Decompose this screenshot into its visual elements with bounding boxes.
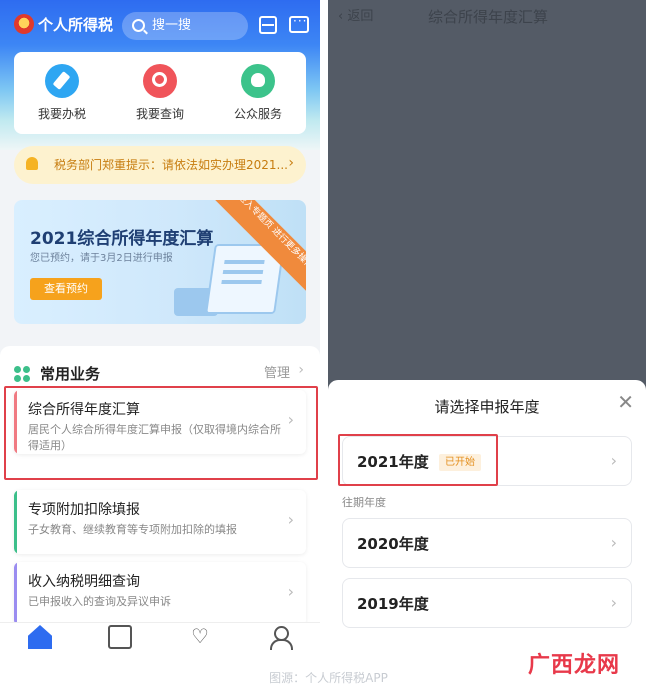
person-icon[interactable] <box>268 625 293 650</box>
notice-bar[interactable]: 税务部门郑重提示：请依法如实办理2021... › <box>14 146 306 184</box>
chevron-right-icon: › <box>288 155 294 171</box>
heart-icon[interactable]: ♡ <box>188 625 212 649</box>
year-label: 2019年度 <box>357 595 429 613</box>
year-option-2019[interactable]: 2019年度 › <box>342 578 632 628</box>
highlight-annotation <box>4 386 318 480</box>
chevron-right-icon: › <box>610 593 617 612</box>
year-select-sheet: 请选择申报年度 ✕ 2021年度 已开始 › 往期年度 2020年度 › 201… <box>328 380 646 650</box>
year-option-2020[interactable]: 2020年度 › <box>342 518 632 568</box>
service-title: 收入纳税明细查询 <box>28 574 140 590</box>
home-icon[interactable] <box>28 625 52 649</box>
highlight-annotation <box>338 434 498 486</box>
quick-action-label: 我要办税 <box>37 107 86 121</box>
search-icon <box>132 19 145 32</box>
search-placeholder: 搜一搜 <box>152 18 192 33</box>
right-screen: ‹ 返回 综合所得年度汇算 请选择申报年度 ✕ 2021年度 已开始 › 往期年… <box>328 0 646 650</box>
manage-link[interactable]: 管理 <box>264 364 290 384</box>
close-icon[interactable]: ✕ <box>617 392 634 412</box>
past-years-label: 往期年度 <box>342 496 386 509</box>
accent-bar <box>14 562 17 626</box>
service-desc: 子女教育、继续教育等专项附加扣除的填报 <box>28 523 237 536</box>
page-title: 综合所得年度汇算 <box>428 8 549 26</box>
app-title: 个人所得税 <box>38 16 114 34</box>
accent-bar <box>14 490 17 554</box>
section-title: 常用业务 <box>40 365 101 383</box>
tax-emblem-icon <box>14 14 34 34</box>
quick-action-label: 我要查询 <box>135 107 184 121</box>
chevron-right-icon: › <box>287 510 294 529</box>
flower-icon <box>241 64 275 98</box>
message-icon[interactable] <box>289 14 309 33</box>
magnifier-icon <box>143 64 177 98</box>
back-button[interactable]: ‹ 返回 <box>338 8 373 26</box>
back-label: 返回 <box>347 9 374 24</box>
quick-action-public[interactable]: 公众服务 <box>218 64 298 122</box>
service-income-query[interactable]: 收入纳税明细查询 已申报收入的查询及异议申诉 › <box>14 562 306 626</box>
watermark: 广西龙网 <box>528 653 621 678</box>
chevron-right-icon: › <box>610 451 617 470</box>
banner-subtitle: 您已预约，请于3月2日进行申报 <box>30 253 173 264</box>
search-bar[interactable]: 搜一搜 <box>122 12 248 40</box>
banner-title: 2021综合所得年度汇算 <box>30 229 214 249</box>
quick-action-label: 公众服务 <box>233 107 282 121</box>
bell-icon <box>26 157 38 170</box>
annual-settlement-banner[interactable]: 2021综合所得年度汇算 您已预约，请于3月2日进行申报 查看预约 进入专题页 … <box>14 200 306 324</box>
chevron-right-icon: › <box>610 533 617 552</box>
service-title: 专项附加扣除填报 <box>28 502 140 518</box>
scan-icon[interactable] <box>259 16 277 34</box>
grid-icon <box>14 366 30 382</box>
notice-text: 税务部门郑重提示：请依法如实办理2021... <box>54 158 288 172</box>
document-list-icon[interactable] <box>108 625 132 649</box>
year-label: 2020年度 <box>357 535 429 553</box>
chevron-right-icon: › <box>287 582 294 601</box>
chevron-right-icon: › <box>298 362 304 378</box>
view-appointment-button[interactable]: 查看预约 <box>30 278 102 300</box>
sheet-title: 请选择申报年度 <box>434 398 540 416</box>
pen-icon <box>45 64 79 98</box>
service-desc: 已申报收入的查询及异议申诉 <box>28 595 171 608</box>
service-special-deduction[interactable]: 专项附加扣除填报 子女教育、继续教育等专项附加扣除的填报 › <box>14 490 306 554</box>
quick-action-query[interactable]: 我要查询 <box>120 64 200 122</box>
quick-actions-card: 我要办税 我要查询 公众服务 <box>14 52 306 134</box>
left-screen: 个人所得税 搜一搜 我要办税 我要查询 公众服务 税务部门郑重提示：请依法如实办… <box>0 0 320 650</box>
bottom-tab-bar: ♡ <box>0 622 320 650</box>
quick-action-tax[interactable]: 我要办税 <box>22 64 102 122</box>
